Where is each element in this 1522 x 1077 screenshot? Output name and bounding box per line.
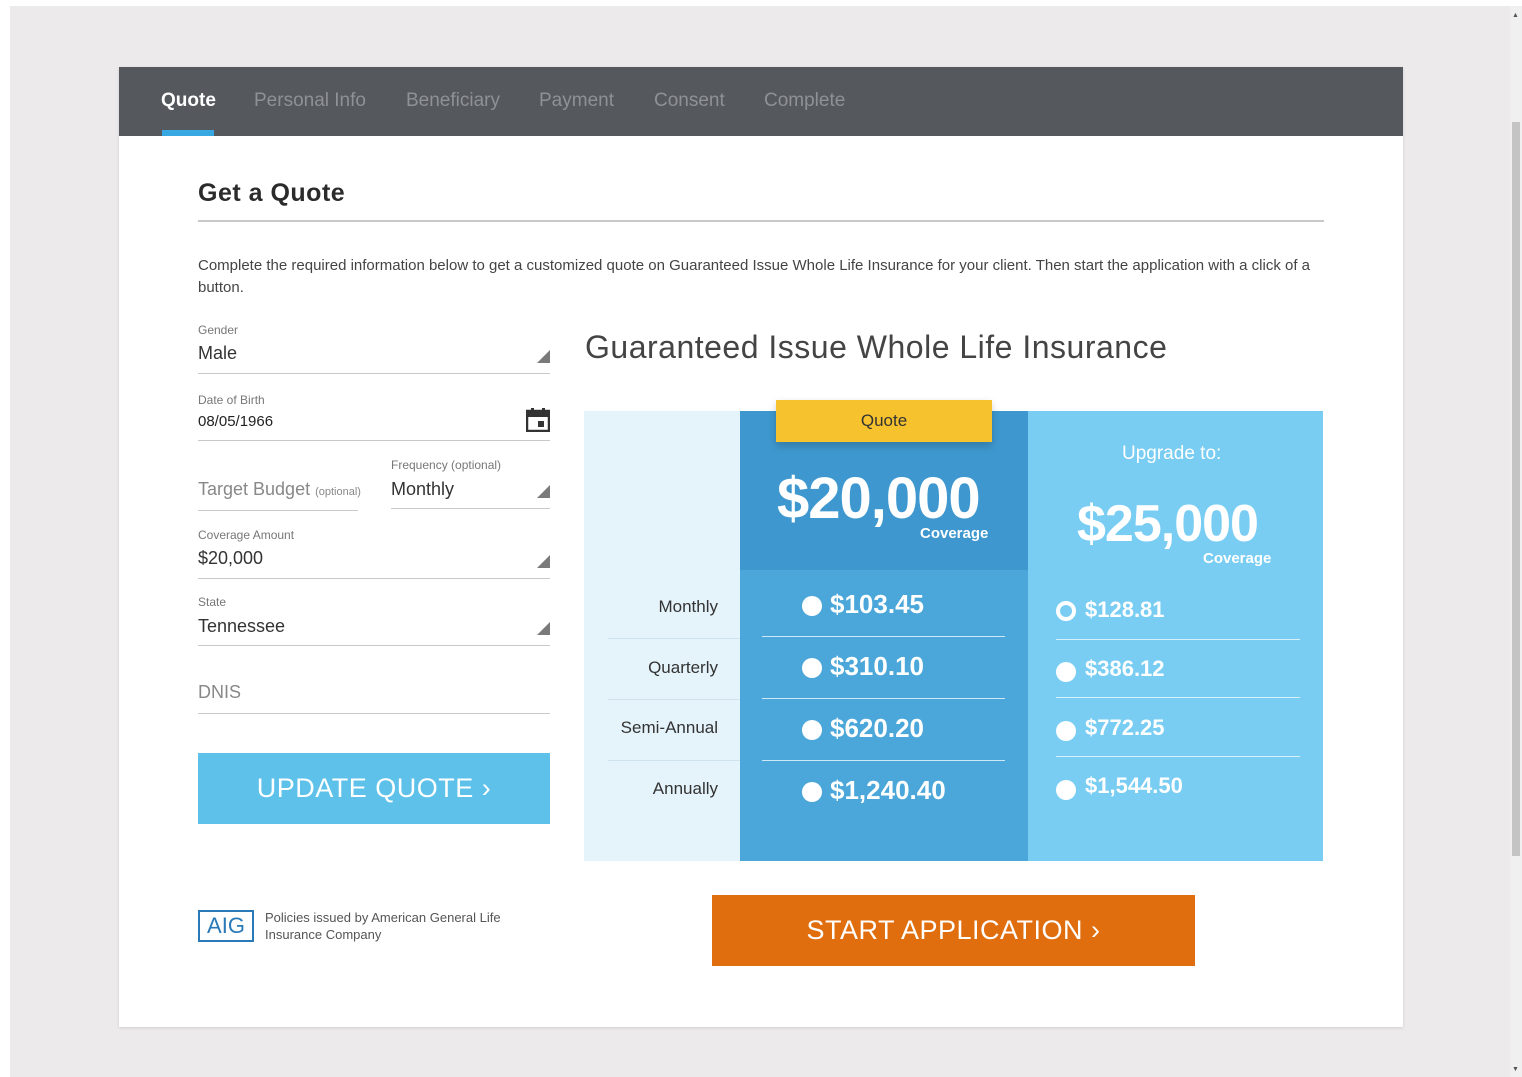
tab-personal-info[interactable]: Personal Info (254, 89, 366, 113)
dob-input[interactable]: 08/05/1966 (198, 413, 273, 430)
radio-semi-annual-upgrade[interactable] (1056, 721, 1076, 741)
state-select[interactable]: Tennessee (198, 616, 285, 637)
dropdown-arrow-icon[interactable] (537, 350, 550, 363)
tab-consent[interactable]: Consent (654, 89, 725, 113)
title-divider (198, 220, 1324, 222)
price-quarterly-current[interactable]: $310.10 (830, 651, 924, 682)
tab-payment[interactable]: Payment (539, 89, 614, 113)
radio-annually-upgrade[interactable] (1056, 780, 1076, 800)
radio-annually-current[interactable] (802, 782, 822, 802)
row-divider (1056, 639, 1300, 640)
state-underline (198, 645, 550, 646)
target-budget-underline (198, 510, 358, 511)
radio-semi-annual-current[interactable] (802, 720, 822, 740)
product-title: Guaranteed Issue Whole Life Insurance (585, 329, 1168, 365)
gender-label: Gender (198, 323, 239, 337)
target-budget-input[interactable]: Target Budget (optional) (198, 479, 361, 500)
price-quarterly-upgrade[interactable]: $386.12 (1085, 656, 1165, 682)
row-divider (762, 698, 1005, 699)
scroll-down-icon[interactable]: ▼ (1512, 1066, 1519, 1074)
dropdown-arrow-icon[interactable] (537, 622, 550, 635)
upgrade-label: Upgrade to: (1122, 443, 1222, 464)
update-quote-button[interactable]: UPDATE QUOTE › (198, 753, 550, 824)
dnis-input[interactable]: DNIS (198, 682, 241, 703)
calendar-icon[interactable] (526, 408, 550, 432)
gender-select[interactable]: Male (198, 343, 237, 364)
coverage-select[interactable]: $20,000 (198, 548, 263, 569)
dnis-underline (198, 713, 550, 714)
price-monthly-current[interactable]: $103.45 (830, 589, 924, 620)
price-semi-annual-upgrade[interactable]: $772.25 (1085, 715, 1165, 741)
gender-underline (198, 373, 550, 374)
row-divider (608, 760, 740, 761)
target-budget-placeholder: Target Budget (198, 479, 311, 499)
tab-beneficiary[interactable]: Beneficiary (406, 89, 500, 113)
price-annually-upgrade[interactable]: $1,544.50 (1085, 773, 1183, 799)
dob-underline (198, 440, 550, 441)
radio-quarterly-upgrade[interactable] (1056, 662, 1076, 682)
optional-label: (optional) (315, 486, 361, 498)
frequency-underline (391, 508, 550, 509)
scrollbar-thumb[interactable] (1512, 122, 1520, 856)
current-coverage-label: Coverage (920, 525, 989, 542)
radio-monthly-upgrade[interactable] (1056, 601, 1076, 621)
dob-label: Date of Birth (198, 393, 265, 407)
coverage-underline (198, 578, 550, 579)
row-divider (608, 699, 740, 700)
radio-quarterly-current[interactable] (802, 658, 822, 678)
intro-text: Complete the required information below … (198, 257, 1311, 296)
current-coverage-amount: $20,000 (777, 466, 981, 531)
row-label-monthly: Monthly (658, 597, 718, 616)
start-application-button[interactable]: START APPLICATION › (712, 895, 1195, 966)
row-divider (762, 636, 1005, 637)
price-annually-current[interactable]: $1,240.40 (830, 775, 946, 806)
aig-logo: AIG (198, 910, 254, 942)
radio-monthly-current[interactable] (802, 596, 822, 616)
page-title: Get a Quote (198, 179, 346, 207)
state-label: State (198, 595, 227, 609)
frequency-select[interactable]: Monthly (391, 479, 454, 500)
quote-tag: Quote (776, 400, 992, 442)
row-divider (762, 760, 1005, 761)
row-label-quarterly: Quarterly (648, 658, 718, 677)
tab-quote[interactable]: Quote (161, 89, 216, 113)
row-label-annually: Annually (652, 779, 718, 798)
tab-complete[interactable]: Complete (764, 89, 845, 113)
vertical-scrollbar[interactable]: ▲ ▼ (1510, 6, 1522, 1077)
coverage-label: Coverage Amount (198, 528, 295, 542)
dropdown-arrow-icon[interactable] (537, 485, 550, 498)
quote-card: Quote Personal Info Beneficiary Payment … (119, 67, 1403, 1027)
upgrade-coverage-amount[interactable]: $25,000 (1077, 494, 1259, 554)
price-monthly-upgrade[interactable]: $128.81 (1085, 597, 1165, 623)
dropdown-arrow-icon[interactable] (537, 555, 550, 568)
price-semi-annual-current[interactable]: $620.20 (830, 713, 924, 744)
step-nav: Quote Personal Info Beneficiary Payment … (119, 67, 1403, 136)
row-divider (1056, 697, 1300, 698)
active-tab-indicator (162, 130, 214, 136)
row-divider (1056, 756, 1300, 757)
scroll-up-icon[interactable]: ▲ (1512, 12, 1519, 20)
frequency-label: Frequency (optional) (391, 458, 502, 472)
row-divider (608, 638, 740, 639)
row-label-semi-annual: Semi-Annual (620, 718, 718, 737)
issuer-text: Policies issued by American General Life… (265, 910, 501, 942)
upgrade-coverage-label: Coverage (1203, 550, 1272, 567)
